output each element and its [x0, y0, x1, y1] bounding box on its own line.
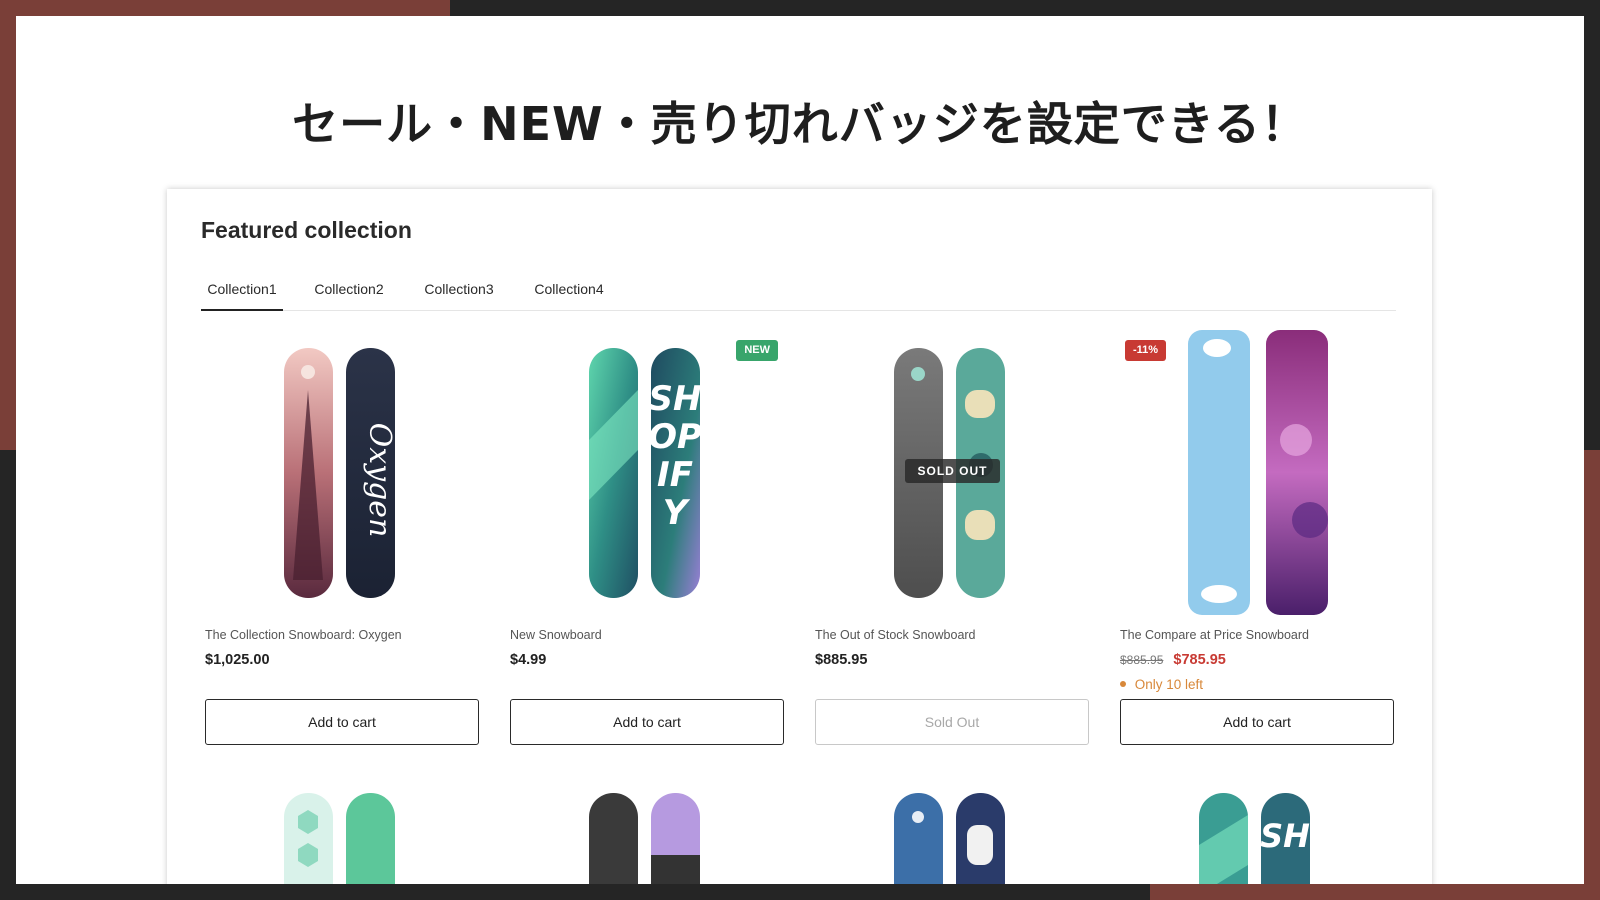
svg-text:OP: OP	[648, 417, 702, 457]
product-name[interactable]: The Out of Stock Snowboard	[815, 628, 976, 642]
low-stock-notice: Only 10 left	[1120, 677, 1203, 692]
product-card[interactable]: SH	[1120, 775, 1394, 884]
svg-text:Y: Y	[663, 493, 691, 533]
sold-out-button[interactable]: Sold Out	[815, 699, 1089, 745]
slide-frame: セール・NEW・売り切れバッジを設定できる！ Featured collecti…	[16, 16, 1584, 884]
product-card[interactable]	[510, 775, 784, 884]
featured-collection-card: Featured collection Collection1 Collecti…	[167, 189, 1432, 884]
svg-text:IF: IF	[657, 455, 693, 495]
product-image[interactable]: SH OP IF Y NEW	[510, 330, 784, 620]
tab-collection1[interactable]: Collection1	[201, 275, 283, 311]
new-badge: NEW	[736, 340, 778, 361]
add-to-cart-button[interactable]: Add to cart	[510, 699, 784, 745]
snowboard-pair-icon: SH OP IF Y	[589, 348, 702, 598]
snowboard-pair-icon	[589, 793, 700, 884]
product-card[interactable]: SH OP IF Y NEW New Snowboard $4.99 Add t…	[510, 330, 784, 750]
product-card[interactable]: SOLD OUT The Out of Stock Snowboard $885…	[815, 330, 1089, 750]
tab-collection4[interactable]: Collection4	[529, 275, 609, 311]
add-to-cart-button[interactable]: Add to cart	[205, 699, 479, 745]
svg-text:SH: SH	[649, 379, 702, 419]
snowboard-pair-icon: SH	[1199, 793, 1310, 884]
add-to-cart-button[interactable]: Add to cart	[1120, 699, 1394, 745]
snowboard-pair-icon: Oxygen	[284, 348, 397, 598]
product-image[interactable]: SOLD OUT	[815, 330, 1089, 620]
product-price: $885.95	[815, 652, 868, 668]
snowboard-pair-icon	[1188, 330, 1328, 615]
sale-price: $785.95	[1173, 652, 1226, 668]
product-image[interactable]: -11%	[1120, 330, 1394, 620]
product-price: $4.99	[510, 652, 547, 668]
product-name[interactable]: The Collection Snowboard: Oxygen	[205, 628, 402, 642]
discount-badge: -11%	[1125, 340, 1167, 361]
product-name[interactable]: New Snowboard	[510, 628, 602, 642]
section-title: Featured collection	[201, 217, 412, 243]
compare-at-price: $885.95	[1120, 653, 1164, 667]
tab-collection3[interactable]: Collection3	[419, 275, 499, 311]
product-card[interactable]: -11% The Compare at Price Snowboard $885…	[1120, 330, 1394, 750]
low-stock-text: Only 10 left	[1134, 677, 1204, 692]
product-card[interactable]	[205, 775, 479, 884]
product-card[interactable]	[815, 775, 1089, 884]
product-price: $1,025.00	[205, 652, 270, 668]
product-name[interactable]: The Compare at Price Snowboard	[1120, 628, 1309, 642]
svg-text:Oxygen: Oxygen	[362, 423, 397, 538]
sold-out-badge: SOLD OUT	[905, 459, 1000, 483]
snowboard-pair-icon	[894, 793, 1005, 884]
snowboard-pair-icon	[284, 793, 395, 884]
tab-collection2[interactable]: Collection2	[311, 275, 387, 311]
stock-dot-icon	[1120, 681, 1126, 688]
svg-text:SH: SH	[1260, 817, 1310, 855]
product-price: $885.95 $785.95	[1120, 652, 1226, 668]
product-card[interactable]: Oxygen The Collection Snowboard: Oxygen …	[205, 330, 479, 750]
collection-tabs: Collection1 Collection2 Collection3 Coll…	[201, 275, 1396, 311]
headline: セール・NEW・売り切れバッジを設定できる！	[292, 97, 1308, 151]
product-image[interactable]: Oxygen	[205, 330, 479, 620]
